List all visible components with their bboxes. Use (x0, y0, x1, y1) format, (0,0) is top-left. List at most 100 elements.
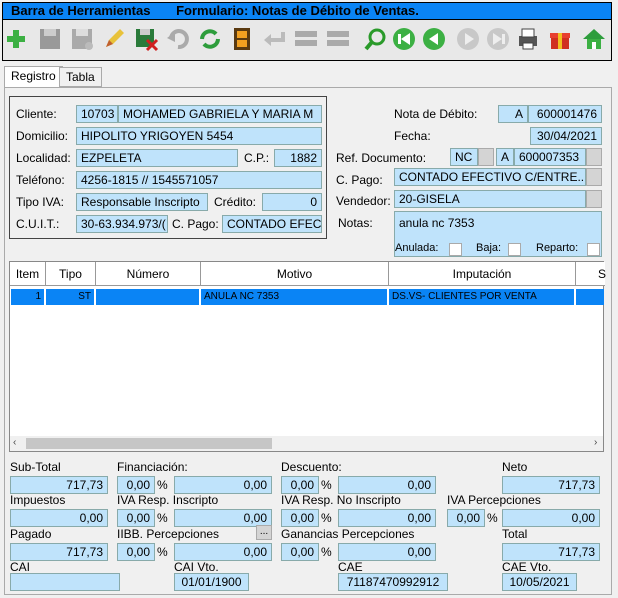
save-close-icon[interactable] (133, 25, 159, 53)
col-header-s[interactable]: S (576, 262, 606, 286)
save-disabled-icon[interactable] (69, 25, 95, 53)
cp-field[interactable]: 1882 (274, 149, 322, 167)
ganancias-field[interactable]: 0,00 (338, 543, 436, 561)
doc-cpago-field[interactable]: CONTADO EFECTIVO C/ENTRE... (394, 168, 586, 186)
ref-lookup-button[interactable] (586, 148, 602, 166)
row-item-cell[interactable]: 1 (11, 289, 45, 305)
cai-label: CAI (10, 560, 31, 574)
tab-tabla[interactable]: Tabla (59, 67, 102, 87)
vendedor-dropdown[interactable] (586, 190, 602, 208)
iva-ri-pct-field[interactable]: 0,00 (117, 509, 155, 527)
pagado-label: Pagado (10, 527, 52, 541)
list2-icon[interactable] (325, 25, 351, 53)
row-tipo-cell[interactable]: ST (46, 289, 95, 305)
scroll-left-icon[interactable]: ‹ (13, 437, 16, 448)
col-header-motivo[interactable]: Motivo (201, 262, 389, 286)
cliente-code-field[interactable]: 10703 (76, 105, 118, 123)
financiacion-field[interactable]: 0,00 (174, 476, 272, 494)
subtotal-label: Sub-Total (10, 460, 61, 474)
nota-letter-field[interactable]: A (498, 105, 528, 123)
undo-icon[interactable] (165, 25, 191, 53)
row-s-cell[interactable] (576, 289, 604, 305)
anulada-label: Anulada: (395, 242, 439, 254)
ganancias-pct-sign: % (321, 545, 332, 559)
cliente-label: Cliente: (16, 107, 57, 121)
ref-type-field[interactable]: NC (450, 148, 478, 166)
domicilio-field[interactable]: HIPOLITO YRIGOYEN 5454 (76, 127, 322, 145)
last-icon[interactable] (485, 25, 511, 53)
iibb-pct-field[interactable]: 0,00 (117, 543, 155, 561)
descuento-field[interactable]: 0,00 (338, 476, 436, 494)
cae-vto-field[interactable]: 10/05/2021 (502, 573, 577, 591)
edit-icon[interactable] (101, 25, 127, 53)
row-numero-cell[interactable] (96, 289, 200, 305)
telefono-field[interactable]: 4256-1815 // 1545571057 (76, 171, 322, 189)
ref-letter-field[interactable]: A (496, 148, 514, 166)
col-header-tipo[interactable]: Tipo (46, 262, 96, 286)
ref-number-field[interactable]: 600007353 (514, 148, 586, 166)
next-icon[interactable] (455, 25, 481, 53)
col-header-item[interactable]: Item (10, 262, 46, 286)
nota-number-field[interactable]: 600001476 (528, 105, 602, 123)
home-icon[interactable] (581, 25, 607, 53)
client-cpago-label: C. Pago: (172, 217, 219, 231)
title-bar: Barra de Herramientas Formulario: Notas … (2, 2, 612, 20)
nota-debito-label: Nota de Débito: (394, 107, 478, 121)
iva-rni-field[interactable]: 0,00 (338, 509, 436, 527)
iibb-detail-button[interactable]: ... (256, 525, 272, 540)
financiacion-pct-sign: % (157, 478, 168, 492)
ref-documento-label: Ref. Documento: (336, 151, 427, 165)
iva-percepciones-pct-field[interactable]: 0,00 (447, 509, 485, 527)
cae-field[interactable]: 71187470992912 (338, 573, 448, 591)
save-icon[interactable] (37, 25, 63, 53)
gift-icon[interactable] (547, 25, 573, 53)
client-cpago-field[interactable]: CONTADO EFEC (222, 215, 322, 233)
localidad-field[interactable]: EZPELETA (76, 149, 238, 167)
financiacion-pct-field[interactable]: 0,00 (117, 476, 155, 494)
search-icon[interactable] (363, 25, 389, 53)
tipo-iva-field[interactable]: Responsable Inscripto (76, 193, 208, 211)
baja-checkbox[interactable] (508, 243, 521, 256)
row-motivo-cell[interactable]: ANULA NC 7353 (201, 289, 388, 305)
cai-vto-field[interactable]: 01/01/1900 (174, 573, 249, 591)
pagado-field[interactable]: 717,73 (10, 543, 108, 561)
ref-type-dropdown[interactable] (478, 148, 494, 166)
neto-field[interactable]: 717,73 (502, 476, 600, 494)
credito-field[interactable]: 0 (262, 193, 322, 211)
row-imputacion-cell[interactable]: DS.VS- CLIENTES POR VENTA (389, 289, 575, 305)
iva-ri-pct-sign: % (157, 511, 168, 525)
col-header-imputacion[interactable]: Imputación (389, 262, 576, 286)
iva-rni-pct-field[interactable]: 0,00 (281, 509, 319, 527)
localidad-label: Localidad: (16, 151, 71, 165)
impuestos-field[interactable]: 0,00 (10, 509, 108, 527)
print-icon[interactable] (515, 25, 541, 53)
ganancias-pct-field[interactable]: 0,00 (281, 543, 319, 561)
vendedor-field[interactable]: 20-GISELA (394, 190, 586, 208)
items-grid[interactable]: Item Tipo Número Motivo Imputación S 1 S… (9, 261, 606, 452)
col-header-numero[interactable]: Número (96, 262, 201, 286)
add-icon[interactable] (3, 25, 29, 53)
reparto-checkbox[interactable] (587, 243, 600, 256)
descuento-pct-field[interactable]: 0,00 (281, 476, 319, 494)
film-icon[interactable] (229, 25, 255, 53)
refresh-icon[interactable] (197, 25, 223, 53)
previous-icon[interactable] (421, 25, 447, 53)
list-icon[interactable] (293, 25, 319, 53)
baja-label: Baja: (476, 242, 502, 254)
total-field[interactable]: 717,73 (502, 543, 600, 561)
iva-percepciones-field[interactable]: 0,00 (502, 509, 600, 527)
iibb-field[interactable]: 0,00 (174, 543, 272, 561)
scrollbar-thumb[interactable] (26, 438, 272, 449)
cuit-field[interactable]: 30-63.934.973/( (76, 215, 168, 233)
cai-vto-label: CAI Vto. (174, 560, 219, 574)
subtotal-field[interactable]: 717,73 (10, 476, 108, 494)
cai-field[interactable] (10, 573, 120, 591)
scroll-right-icon[interactable]: › (594, 437, 597, 448)
first-icon[interactable] (391, 25, 417, 53)
doc-cpago-dropdown[interactable] (586, 168, 602, 186)
tab-registro[interactable]: Registro (4, 66, 63, 88)
fecha-field[interactable]: 30/04/2021 (530, 127, 602, 145)
back-arrow-icon[interactable] (261, 25, 287, 53)
cliente-name-field[interactable]: MOHAMED GABRIELA Y MARIA M (118, 105, 322, 123)
anulada-checkbox[interactable] (449, 243, 462, 256)
